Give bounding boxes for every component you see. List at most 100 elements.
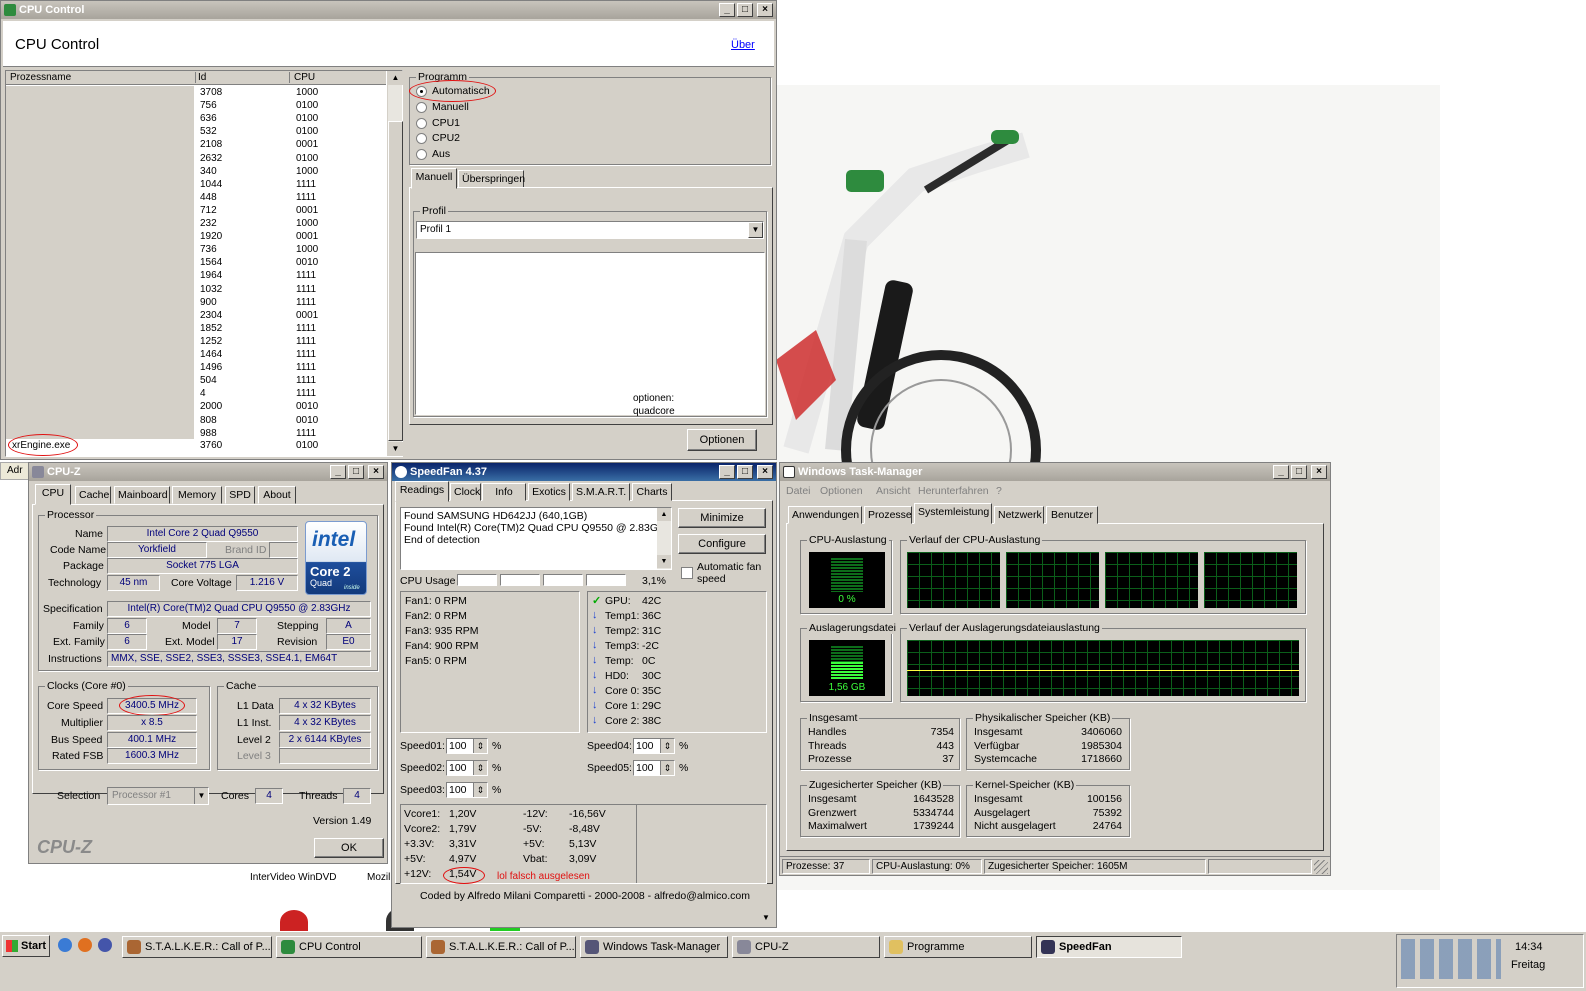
tab-exotics[interactable]: Exotics <box>528 483 570 501</box>
tab-anwendungen[interactable]: Anwendungen <box>788 506 862 524</box>
table-row[interactable]: 2304 0001 <box>6 309 386 322</box>
maximize-button[interactable]: □ <box>1291 465 1307 479</box>
radio-automatisch[interactable] <box>416 86 427 97</box>
quicklaunch-media-icon[interactable] <box>98 938 112 952</box>
table-row[interactable]: 2632 0100 <box>6 152 386 165</box>
processor-select[interactable]: Processor #1 ▼ <box>107 787 209 805</box>
table-row[interactable]: 2108 0001 <box>6 138 386 151</box>
table-row[interactable]: 3708 1000 <box>6 86 386 99</box>
table-row[interactable]: 4 1111 <box>6 387 386 400</box>
detection-log[interactable]: Found SAMSUNG HD642JJ (640,1GB) Found Int… <box>400 507 672 570</box>
taskbar-item[interactable]: Windows Task-Manager <box>580 936 728 958</box>
taskbar-item[interactable]: Programme <box>884 936 1032 958</box>
minimize-button[interactable]: _ <box>719 465 735 479</box>
table-row[interactable]: 1852 1111 <box>6 322 386 335</box>
start-button[interactable]: Start <box>2 935 50 957</box>
tab-cpu[interactable]: CPU <box>35 484 71 505</box>
table-row[interactable]: 532 0100 <box>6 125 386 138</box>
menu-item[interactable]: Ansicht <box>876 485 910 497</box>
chevron-down-icon[interactable]: ▼ <box>748 222 763 238</box>
process-list[interactable]: Prozessname Id CPU 3708 1000 756 0100 636 010… <box>5 70 403 457</box>
col-prozessname[interactable]: Prozessname <box>10 72 196 83</box>
scroll-down-icon[interactable]: ▼ <box>657 555 671 568</box>
table-row[interactable]: 340 1000 <box>6 165 386 178</box>
profile-listbox[interactable] <box>415 252 765 415</box>
tab-mainboard[interactable]: Mainboard <box>114 486 170 504</box>
menu-item[interactable]: Datei <box>786 485 811 497</box>
profile-select[interactable]: Profil 1 ▼ <box>416 221 764 239</box>
about-link[interactable]: Über <box>731 39 755 51</box>
tab-benutzer[interactable]: Benutzer <box>1046 506 1098 524</box>
taskbar-item[interactable]: SpeedFan <box>1036 936 1182 958</box>
table-row[interactable]: 636 0100 <box>6 112 386 125</box>
close-button[interactable]: × <box>757 465 773 479</box>
cpuz-titlebar[interactable]: CPU-Z _ □ × <box>29 463 387 481</box>
table-row[interactable]: 756 0100 <box>6 99 386 112</box>
table-row[interactable]: 1920 0001 <box>6 230 386 243</box>
spin-icon[interactable]: ⇕ <box>473 739 487 753</box>
footer-scroll-icon[interactable]: ▼ <box>759 911 773 925</box>
menu-item[interactable]: Optionen <box>820 485 863 497</box>
configure-button[interactable]: Configure <box>678 534 766 554</box>
speed-input[interactable]: 100 ⇕ <box>446 738 488 754</box>
table-row[interactable]: 712 0001 <box>6 204 386 217</box>
tab-systemleistung[interactable]: Systemleistung <box>914 503 992 524</box>
tab-smart[interactable]: S.M.A.R.T. <box>572 483 630 501</box>
tab-cache[interactable]: Cache <box>75 486 111 504</box>
table-row[interactable]: 900 1111 <box>6 296 386 309</box>
scroll-thumb[interactable] <box>388 121 403 441</box>
tab-info[interactable]: Info <box>482 483 526 501</box>
col-cpu[interactable]: CPU <box>294 72 384 83</box>
speed-input[interactable]: 100 ⇕ <box>633 738 675 754</box>
spin-icon[interactable]: ⇕ <box>473 761 487 775</box>
taskbar-item[interactable]: CPU Control <box>276 936 422 958</box>
tab-manuell[interactable]: Manuell <box>411 168 457 189</box>
speed-input[interactable]: 100 ⇕ <box>633 760 675 776</box>
tab-clock[interactable]: Clock <box>450 483 481 501</box>
tab-memory[interactable]: Memory <box>172 486 222 504</box>
radio-manuell[interactable] <box>416 101 427 113</box>
radio-cpu1[interactable] <box>416 117 427 129</box>
table-row[interactable]: 1464 1111 <box>6 348 386 361</box>
taskbar-item[interactable]: CPU-Z <box>732 936 880 958</box>
table-row[interactable]: 2000 0010 <box>6 400 386 413</box>
minimize-button[interactable]: _ <box>1273 465 1289 479</box>
tab-prozesse[interactable]: Prozesse <box>864 506 912 524</box>
tab-about[interactable]: About <box>258 486 296 504</box>
tab-netzwerk[interactable]: Netzwerk <box>994 506 1044 524</box>
clock[interactable]: 14:34 <box>1515 941 1543 953</box>
table-row[interactable]: 1032 1111 <box>6 283 386 296</box>
maximize-button[interactable]: □ <box>737 3 753 17</box>
table-row[interactable]: 1964 1111 <box>6 269 386 282</box>
table-row[interactable]: 1252 1111 <box>6 335 386 348</box>
ok-button[interactable]: OK <box>314 838 384 858</box>
cpu-control-titlebar[interactable]: CPU Control _ □ × <box>1 1 776 19</box>
tab-readings[interactable]: Readings <box>395 481 449 502</box>
minimize-button[interactable]: _ <box>330 465 346 479</box>
scroll-up-icon[interactable]: ▲ <box>657 508 671 521</box>
taskbar-item[interactable]: S.T.A.L.K.E.R.: Call of P... <box>122 936 272 958</box>
log-scrollbar[interactable]: ▲ ▼ <box>657 508 671 569</box>
desktop-icon-windvd-label[interactable]: InterVideo WinDVD <box>250 872 337 883</box>
process-list-scrollbar[interactable]: ▲ ▼ <box>387 71 403 456</box>
col-id[interactable]: Id <box>198 72 290 83</box>
table-row[interactable]: 808 0010 <box>6 414 386 427</box>
minimize-app-button[interactable]: Minimize <box>678 508 766 528</box>
taskbar-item[interactable]: S.T.A.L.K.E.R.: Call of P... <box>426 936 576 958</box>
scroll-up-icon[interactable]: ▲ <box>388 71 403 85</box>
taskmgr-titlebar[interactable]: Windows Task-Manager _ □ × <box>780 463 1330 481</box>
table-row[interactable]: 1044 1111 <box>6 178 386 191</box>
menu-item[interactable]: Herunterfahren <box>918 485 989 497</box>
speed-input[interactable]: 100 ⇕ <box>446 782 488 798</box>
optionen-button[interactable]: Optionen <box>687 429 757 451</box>
chevron-down-icon[interactable]: ▼ <box>194 788 208 804</box>
table-row[interactable]: 1564 0010 <box>6 256 386 269</box>
tab-charts[interactable]: Charts <box>632 483 672 501</box>
table-row[interactable]: 1496 1111 <box>6 361 386 374</box>
scroll-down-icon[interactable]: ▼ <box>388 442 403 456</box>
menu-item[interactable]: ? <box>996 485 1002 497</box>
tab-spd[interactable]: SPD <box>225 486 255 504</box>
close-button[interactable]: × <box>368 465 384 479</box>
spin-icon[interactable]: ⇕ <box>473 783 487 797</box>
speedfan-titlebar[interactable]: SpeedFan 4.37 _ □ × <box>392 463 776 481</box>
